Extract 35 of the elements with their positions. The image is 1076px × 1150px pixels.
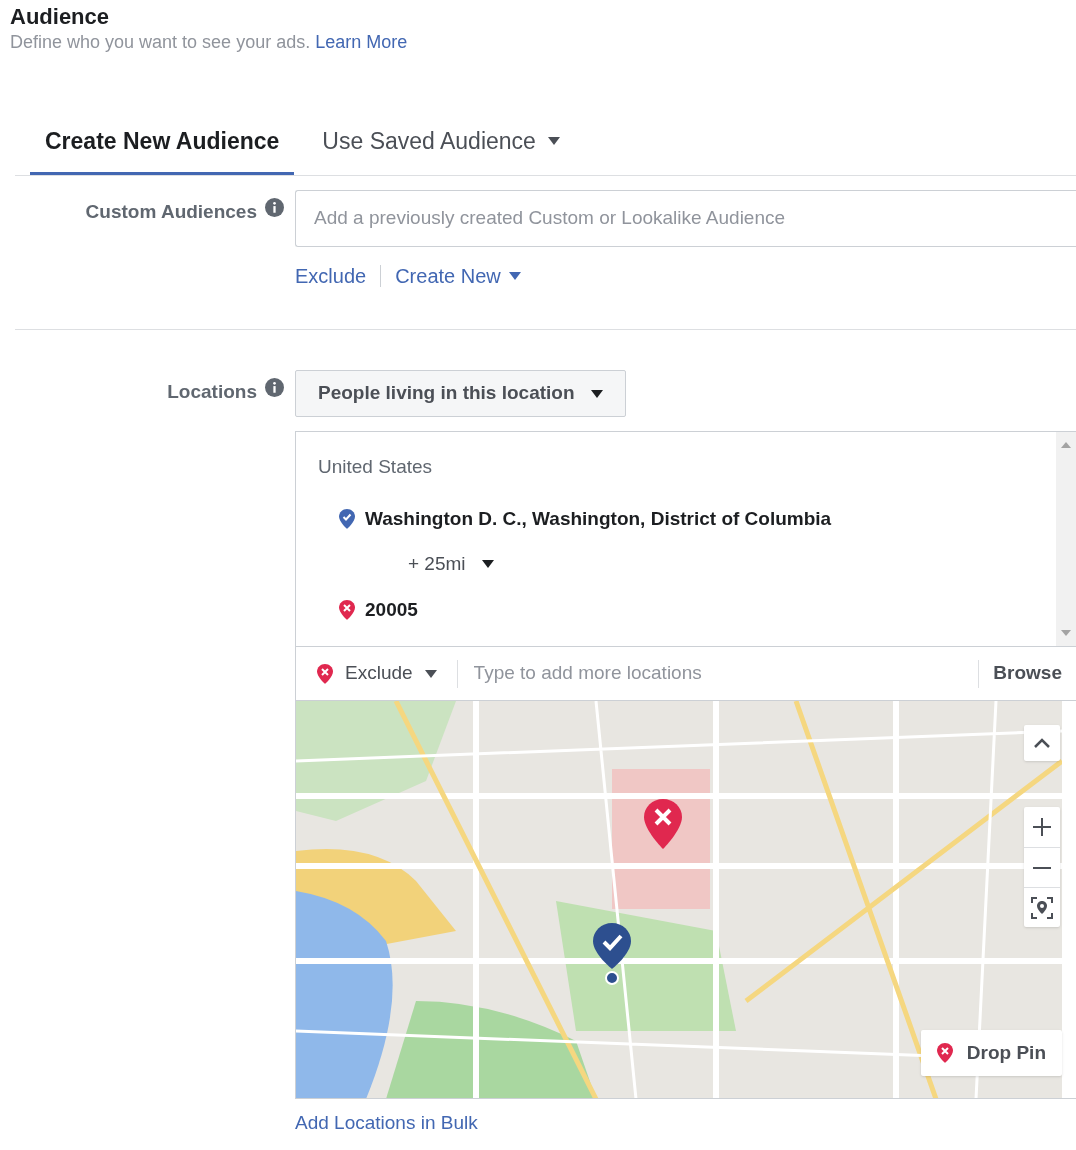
collapse-map-button[interactable]	[1024, 725, 1060, 761]
field-label: Custom Audiences	[85, 200, 257, 224]
tab[interactable]: Use Saved Audience	[307, 110, 575, 175]
exclude-map-marker[interactable]	[644, 799, 682, 849]
link[interactable]: Create New	[395, 261, 521, 291]
info-icon	[265, 378, 284, 397]
drop-pin-button[interactable]: Drop Pin	[920, 1030, 1062, 1076]
browse-button[interactable]: Browse	[979, 659, 1076, 688]
tab[interactable]: Create New Audience	[30, 110, 295, 175]
location-type-dropdown[interactable]: People living in this location	[295, 370, 626, 417]
exclude-pin-icon	[339, 599, 355, 620]
location-map-marker[interactable]	[593, 923, 631, 985]
location-pin-icon	[339, 508, 355, 529]
caret-icon	[590, 389, 603, 398]
exclude-pin-icon	[936, 1043, 953, 1063]
location-name: Washington D. C., Washington, District of Columbia	[365, 506, 832, 531]
caret-icon	[481, 560, 494, 569]
chevron-up-icon	[1034, 738, 1050, 748]
section-title: Audience	[10, 4, 111, 30]
caret-icon	[424, 669, 437, 678]
section-description: Define who you want to see your ads.	[10, 32, 311, 52]
minus-icon	[1033, 866, 1051, 869]
link[interactable]: Exclude	[295, 261, 367, 291]
radius-dropdown[interactable]: + 25mi	[408, 550, 494, 579]
info-icon	[265, 198, 284, 217]
bulk-locations-link[interactable]: Add Locations in Bulk	[295, 1109, 1076, 1138]
country-heading: United States	[318, 455, 434, 479]
exclude-pin-icon	[317, 663, 333, 684]
include-exclude-dropdown[interactable]: Exclude	[296, 659, 457, 688]
location-name: 20005	[365, 597, 418, 622]
field-label: Locations	[167, 380, 257, 404]
plus-icon	[1033, 818, 1051, 836]
learn-more-link[interactable]: Learn More	[315, 32, 408, 52]
location-search-field[interactable]: Type to add more locations	[457, 659, 979, 688]
locate-icon	[1030, 895, 1054, 920]
